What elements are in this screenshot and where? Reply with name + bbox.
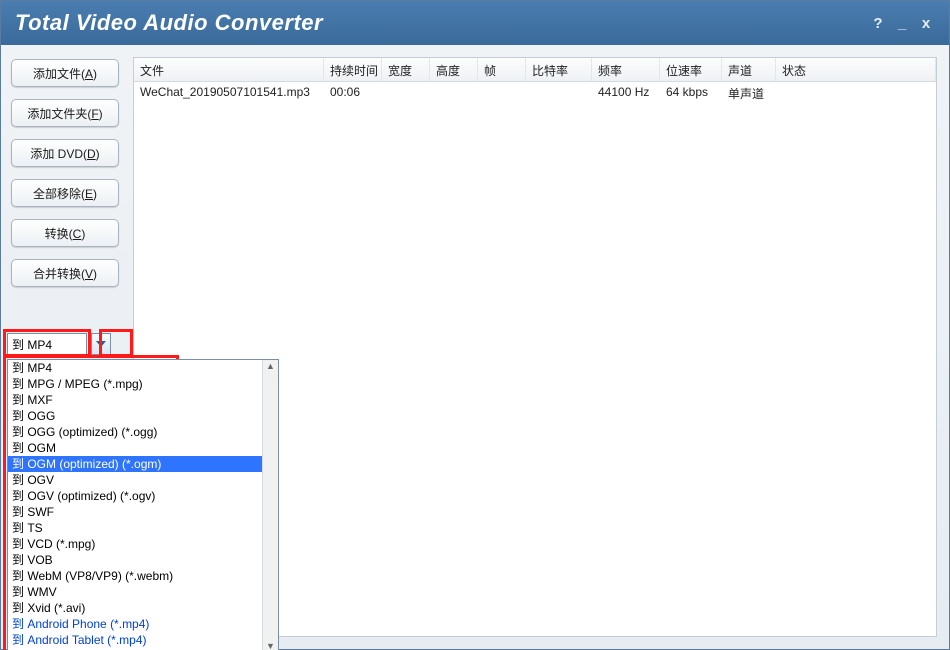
format-option[interactable]: 到 Android Phone (*.mp4) (8, 616, 262, 632)
grid-column-header[interactable]: 声道 (722, 58, 776, 81)
grid-cell (430, 82, 478, 104)
app-window: Total Video Audio Converter ? _ x 添加文件(A… (0, 0, 950, 650)
button-hotkey: A (85, 67, 93, 81)
grid-column-header[interactable]: 持续时间 (324, 58, 382, 81)
format-option[interactable]: 到 WMV (8, 584, 262, 600)
chevron-down-icon (96, 341, 106, 347)
format-option[interactable]: 到 WebM (VP8/VP9) (*.webm) (8, 568, 262, 584)
button-hotkey: V (85, 267, 93, 281)
grid-body: WeChat_20190507101541.mp300:06 44100 Hz64… (134, 82, 936, 104)
grid-column-header[interactable]: 位速率 (660, 58, 722, 81)
button-hotkey: F (91, 107, 98, 121)
format-option[interactable]: 到 OGM (optimized) (*.ogm) (8, 456, 262, 472)
grid-cell (776, 82, 936, 104)
button-label: ) (93, 267, 97, 281)
grid-cell: WeChat_20190507101541.mp3 (134, 82, 324, 104)
close-button[interactable]: x (917, 15, 935, 32)
add-file-button[interactable]: 添加文件(A) (11, 59, 119, 87)
grid-cell: 44100 Hz (592, 82, 660, 104)
app-title: Total Video Audio Converter (15, 10, 863, 36)
grid-column-header[interactable]: 帧 (478, 58, 526, 81)
format-dropdown-list[interactable]: 到 MP4到 MPG / MPEG (*.mpg)到 MXF到 OGG到 OGG… (7, 359, 279, 650)
format-option[interactable]: 到 Android Tablet (*.mp4) (8, 632, 262, 648)
grid-column-header[interactable]: 状态 (776, 58, 936, 81)
grid-cell (382, 82, 430, 104)
remove-all-button[interactable]: 全部移除(E) (11, 179, 119, 207)
button-label: ) (81, 227, 85, 241)
format-option[interactable]: 到 OGV (8, 472, 262, 488)
button-label: ) (99, 107, 103, 121)
table-row[interactable]: WeChat_20190507101541.mp300:06 44100 Hz64… (134, 82, 936, 104)
format-option[interactable]: 到 Xvid (*.avi) (8, 600, 262, 616)
grid-cell: 单声道 (722, 82, 776, 104)
grid-header: 文件持续时间宽度高度帧比特率频率位速率声道状态 (134, 58, 936, 82)
format-option[interactable]: 到 OGG (8, 408, 262, 424)
grid-cell (478, 82, 526, 104)
button-label: 添加文件( (33, 67, 85, 81)
help-button[interactable]: ? (869, 15, 887, 32)
button-label: ) (96, 147, 100, 161)
grid-column-header[interactable]: 宽度 (382, 58, 430, 81)
button-label: ) (93, 67, 97, 81)
grid-column-header[interactable]: 频率 (592, 58, 660, 81)
button-label: 转换( (45, 227, 73, 241)
format-option[interactable]: 到 VCD (*.mpg) (8, 536, 262, 552)
format-option[interactable]: 到 MPG / MPEG (*.mpg) (8, 376, 262, 392)
grid-column-header[interactable]: 文件 (134, 58, 324, 81)
convert-button[interactable]: 转换(C) (11, 219, 119, 247)
add-folder-button[interactable]: 添加文件夹(F) (11, 99, 119, 127)
dropdown-scrollbar[interactable] (262, 360, 278, 650)
minimize-button[interactable]: _ (893, 15, 911, 32)
format-option[interactable]: 到 TS (8, 520, 262, 536)
format-option[interactable]: 到 OGV (optimized) (*.ogv) (8, 488, 262, 504)
add-dvd-button[interactable]: 添加 DVD(D) (11, 139, 119, 167)
grid-cell: 00:06 (324, 82, 382, 104)
button-label: ) (93, 187, 97, 201)
titlebar: Total Video Audio Converter ? _ x (1, 1, 949, 45)
button-hotkey: E (85, 187, 93, 201)
format-option[interactable]: 到 SWF (8, 504, 262, 520)
format-option[interactable]: 到 MP4 (8, 360, 262, 376)
grid-cell (526, 82, 592, 104)
button-label: 添加文件夹( (27, 107, 91, 121)
merge-button[interactable]: 合并转换(V) (11, 259, 119, 287)
format-option[interactable]: 到 VOB (8, 552, 262, 568)
format-select-arrow[interactable] (91, 333, 111, 355)
button-label: 合并转换( (33, 267, 85, 281)
button-hotkey: D (87, 147, 96, 161)
format-option[interactable]: 到 OGM (8, 440, 262, 456)
format-select[interactable]: 到 MP4 (7, 333, 87, 355)
format-option[interactable]: 到 OGG (optimized) (*.ogg) (8, 424, 262, 440)
grid-cell: 64 kbps (660, 82, 722, 104)
format-dropdown-area: 到 MP4 到 MP4到 MPG / MPEG (*.mpg)到 MXF到 OG… (7, 333, 111, 355)
format-option[interactable]: 到 MXF (8, 392, 262, 408)
grid-column-header[interactable]: 高度 (430, 58, 478, 81)
button-label: 添加 DVD( (30, 147, 87, 161)
button-label: 全部移除( (33, 187, 85, 201)
grid-column-header[interactable]: 比特率 (526, 58, 592, 81)
